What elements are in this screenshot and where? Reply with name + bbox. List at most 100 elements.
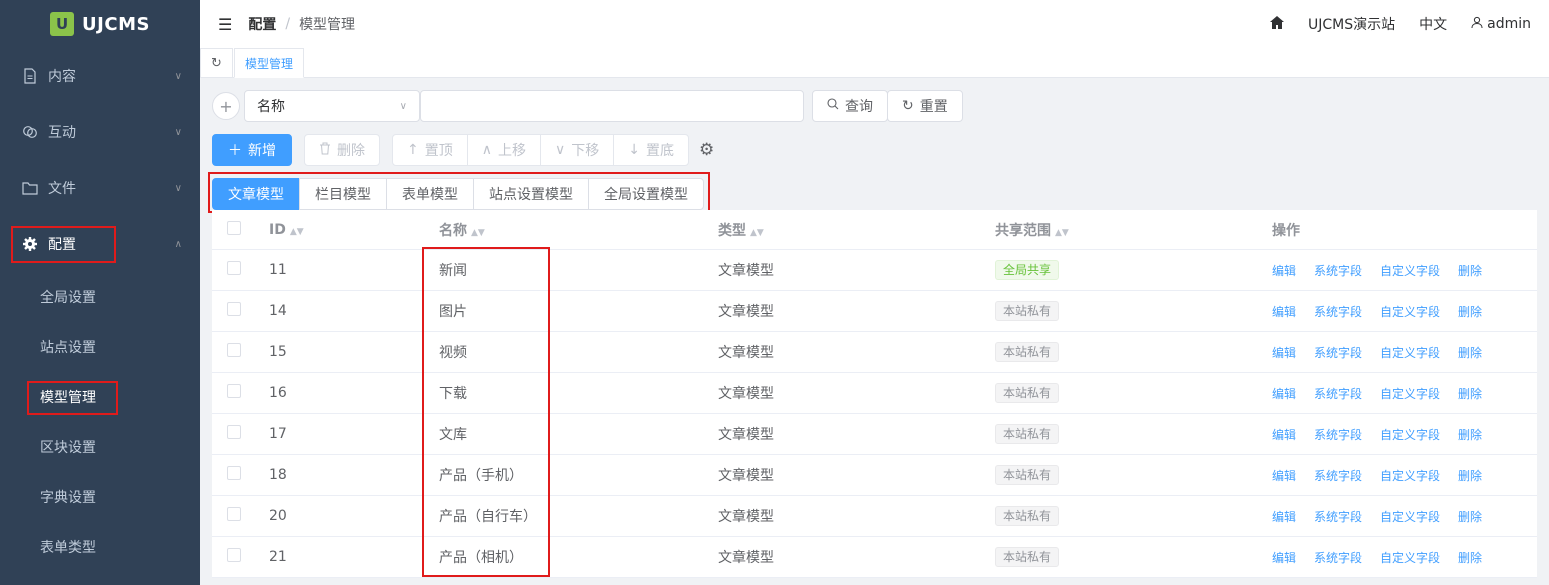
breadcrumb-parent[interactable]: 配置 [248, 14, 276, 34]
custom-fields-link[interactable]: 自定义字段 [1380, 508, 1440, 525]
edit-link[interactable]: 编辑 [1272, 426, 1296, 443]
sidebar-menu-config[interactable]: 配置 ∧ [0, 216, 200, 272]
col-id-header[interactable]: ID ▲▼ [269, 222, 439, 238]
cell-name: 新闻 [439, 263, 467, 279]
query-button[interactable]: 查询 [812, 90, 888, 122]
move-up-button[interactable]: ∧ 上移 [466, 134, 541, 166]
edit-link[interactable]: 编辑 [1272, 508, 1296, 525]
share-badge: 本站私有 [995, 465, 1060, 485]
refresh-icon: ↻ [902, 98, 914, 114]
custom-fields-link[interactable]: 自定义字段 [1380, 303, 1440, 320]
row-checkbox[interactable] [227, 343, 241, 357]
language-switcher[interactable]: 中文 [1419, 14, 1447, 34]
sidebar-item-global-settings[interactable]: 全局设置 [0, 272, 200, 322]
sort-icon: ▲▼ [750, 227, 764, 238]
row-checkbox[interactable] [227, 261, 241, 275]
system-fields-link[interactable]: 系统字段 [1314, 467, 1362, 484]
move-bottom-label: 置底 [645, 143, 674, 159]
move-bottom-button[interactable]: ↓ 置底 [613, 134, 689, 166]
delete-button[interactable]: 删除 [304, 134, 380, 166]
hamburger-icon[interactable]: ☰ [218, 15, 232, 34]
delete-label: 删除 [337, 143, 365, 159]
table-row: 16 下载 文章模型 本站私有 编辑 系统字段 自定义字段 删除 [212, 373, 1537, 414]
folder-icon [22, 180, 38, 196]
tab-site-settings-model[interactable]: 站点设置模型 [473, 178, 589, 210]
delete-link[interactable]: 删除 [1458, 426, 1482, 443]
system-fields-link[interactable]: 系统字段 [1314, 303, 1362, 320]
add-button[interactable]: ＋ 新增 [212, 134, 292, 166]
row-checkbox[interactable] [227, 466, 241, 480]
chevron-down-icon: ∨ [174, 182, 182, 194]
reset-button[interactable]: ↻ 重置 [887, 90, 963, 122]
tag-model-management[interactable]: 模型管理 [234, 48, 305, 78]
cell-type: 文章模型 [718, 304, 774, 320]
row-checkbox[interactable] [227, 425, 241, 439]
custom-fields-link[interactable]: 自定义字段 [1380, 344, 1440, 361]
share-badge: 全局共享 [995, 260, 1060, 280]
move-down-button[interactable]: ∨ 下移 [539, 134, 615, 166]
row-checkbox[interactable] [227, 507, 241, 521]
tab-form-model[interactable]: 表单模型 [386, 178, 474, 210]
sidebar-menu-files[interactable]: 文件 ∨ [0, 160, 200, 216]
home-icon[interactable] [1270, 15, 1284, 33]
edit-link[interactable]: 编辑 [1272, 344, 1296, 361]
delete-link[interactable]: 删除 [1458, 467, 1482, 484]
sidebar-menu-interaction[interactable]: 互动 ∨ [0, 104, 200, 160]
custom-fields-link[interactable]: 自定义字段 [1380, 467, 1440, 484]
edit-link[interactable]: 编辑 [1272, 262, 1296, 279]
system-fields-link[interactable]: 系统字段 [1314, 508, 1362, 525]
delete-link[interactable]: 删除 [1458, 262, 1482, 279]
user-menu[interactable]: admin [1471, 16, 1531, 32]
system-fields-link[interactable]: 系统字段 [1314, 344, 1362, 361]
col-name-header[interactable]: 名称 ▲▼ [439, 220, 718, 240]
tab-global-settings-model[interactable]: 全局设置模型 [588, 178, 704, 210]
delete-link[interactable]: 删除 [1458, 385, 1482, 402]
custom-fields-link[interactable]: 自定义字段 [1380, 385, 1440, 402]
add-condition-icon[interactable]: + [212, 92, 240, 120]
sidebar-item-model-management[interactable]: 模型管理 [0, 372, 200, 422]
sidebar: U UJCMS 内容 ∨ 互动 ∨ 文件 ∨ 配置 ∧ 全局设置 站点设置 模型… [0, 0, 200, 585]
edit-link[interactable]: 编辑 [1272, 549, 1296, 566]
tab-article-model[interactable]: 文章模型 [212, 178, 300, 210]
edit-link[interactable]: 编辑 [1272, 303, 1296, 320]
site-switcher[interactable]: UJCMS演示站 [1308, 14, 1395, 34]
sidebar-item-block-settings[interactable]: 区块设置 [0, 422, 200, 472]
move-top-button[interactable]: ↑ 置顶 [392, 134, 468, 166]
edit-link[interactable]: 编辑 [1272, 385, 1296, 402]
refresh-icon[interactable]: ↻ [200, 48, 233, 78]
sidebar-item-site-settings[interactable]: 站点设置 [0, 322, 200, 372]
sidebar-menu-content[interactable]: 内容 ∨ [0, 48, 200, 104]
cell-type: 文章模型 [718, 550, 774, 566]
sidebar-item-form-types[interactable]: 表单类型 [0, 522, 200, 572]
select-all-checkbox[interactable] [227, 220, 241, 235]
system-fields-link[interactable]: 系统字段 [1314, 426, 1362, 443]
delete-link[interactable]: 删除 [1458, 344, 1482, 361]
system-fields-link[interactable]: 系统字段 [1314, 385, 1362, 402]
row-checkbox[interactable] [227, 384, 241, 398]
column-settings-icon[interactable]: ⚙ [699, 140, 714, 160]
delete-link[interactable]: 删除 [1458, 303, 1482, 320]
cell-id: 14 [269, 303, 287, 319]
search-input[interactable] [420, 90, 804, 122]
system-fields-link[interactable]: 系统字段 [1314, 262, 1362, 279]
cell-id: 11 [269, 262, 287, 278]
col-share-header[interactable]: 共享范围 ▲▼ [995, 220, 1272, 240]
row-checkbox[interactable] [227, 302, 241, 316]
logo[interactable]: U UJCMS [0, 0, 200, 48]
custom-fields-link[interactable]: 自定义字段 [1380, 426, 1440, 443]
sidebar-item-dict-settings[interactable]: 字典设置 [0, 472, 200, 522]
row-checkbox[interactable] [227, 548, 241, 562]
col-type-header[interactable]: 类型 ▲▼ [718, 220, 995, 240]
custom-fields-link[interactable]: 自定义字段 [1380, 549, 1440, 566]
delete-link[interactable]: 删除 [1458, 508, 1482, 525]
table-row: 18 产品（手机） 文章模型 本站私有 编辑 系统字段 自定义字段 删除 [212, 455, 1537, 496]
custom-fields-link[interactable]: 自定义字段 [1380, 262, 1440, 279]
search-field-select[interactable]: 名称 ∨ [244, 90, 420, 122]
table-header: ID ▲▼ 名称 ▲▼ 类型 ▲▼ 共享范围 ▲▼ 操作 [212, 210, 1537, 250]
tab-channel-model[interactable]: 栏目模型 [299, 178, 387, 210]
cell-id: 21 [269, 549, 287, 565]
delete-link[interactable]: 删除 [1458, 549, 1482, 566]
edit-link[interactable]: 编辑 [1272, 467, 1296, 484]
row-actions: 编辑 系统字段 自定义字段 删除 [1272, 303, 1537, 320]
system-fields-link[interactable]: 系统字段 [1314, 549, 1362, 566]
